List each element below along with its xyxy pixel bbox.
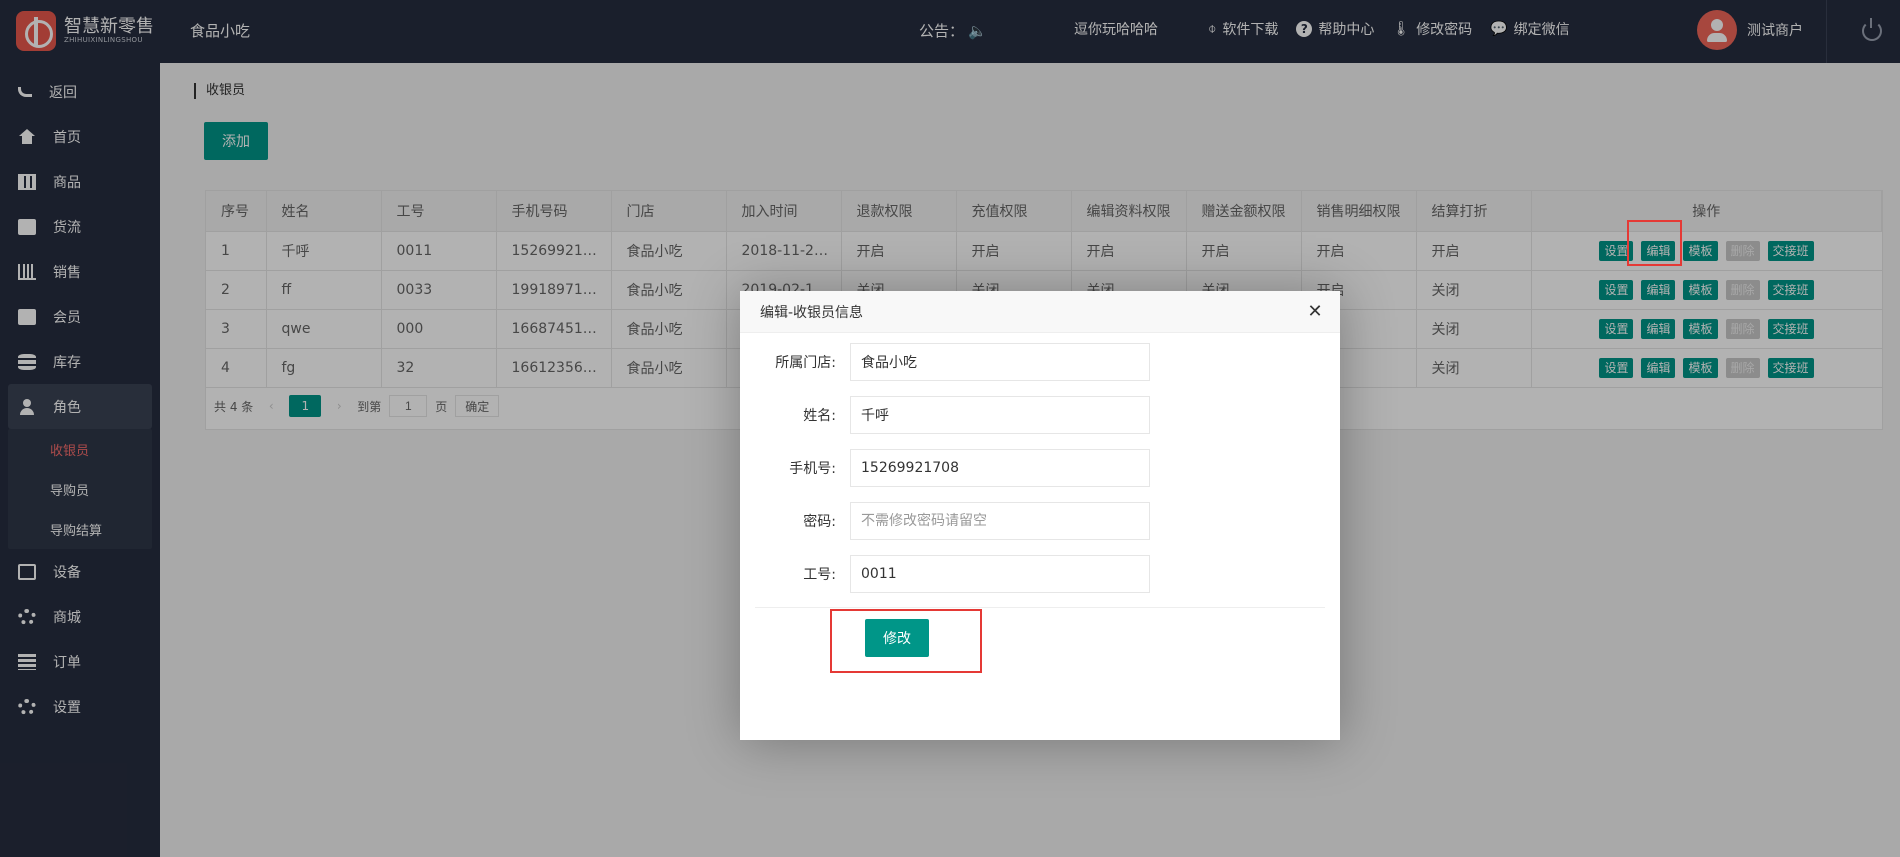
dialog-divider	[755, 607, 1325, 608]
field-label: 手机号:	[789, 461, 836, 477]
close-icon[interactable]: ✕	[1306, 303, 1324, 321]
employee-id-field[interactable]	[850, 555, 1150, 593]
dialog-title: 编辑-收银员信息	[760, 304, 864, 321]
form-row-phone: 手机号:	[740, 449, 1340, 487]
form-row-name: 姓名:	[740, 396, 1340, 434]
dialog-header: 编辑-收银员信息 ✕	[740, 291, 1340, 333]
phone-field[interactable]	[850, 449, 1150, 487]
field-label: 工号:	[803, 567, 836, 583]
field-label: 姓名:	[803, 408, 836, 424]
form-row-employee-id: 工号:	[740, 555, 1340, 593]
name-field[interactable]	[850, 396, 1150, 434]
form-row-password: 密码:	[740, 502, 1340, 540]
field-label: 所属门店:	[775, 355, 836, 371]
submit-button[interactable]: 修改	[865, 619, 929, 657]
edit-cashier-dialog: 编辑-收银员信息 ✕ 所属门店: 姓名: 手机号: 密码: 工号: 修改	[740, 291, 1340, 740]
store-field[interactable]	[850, 343, 1150, 381]
form-row-store: 所属门店:	[740, 343, 1340, 381]
password-field[interactable]	[850, 502, 1150, 540]
field-label: 密码:	[803, 514, 836, 530]
